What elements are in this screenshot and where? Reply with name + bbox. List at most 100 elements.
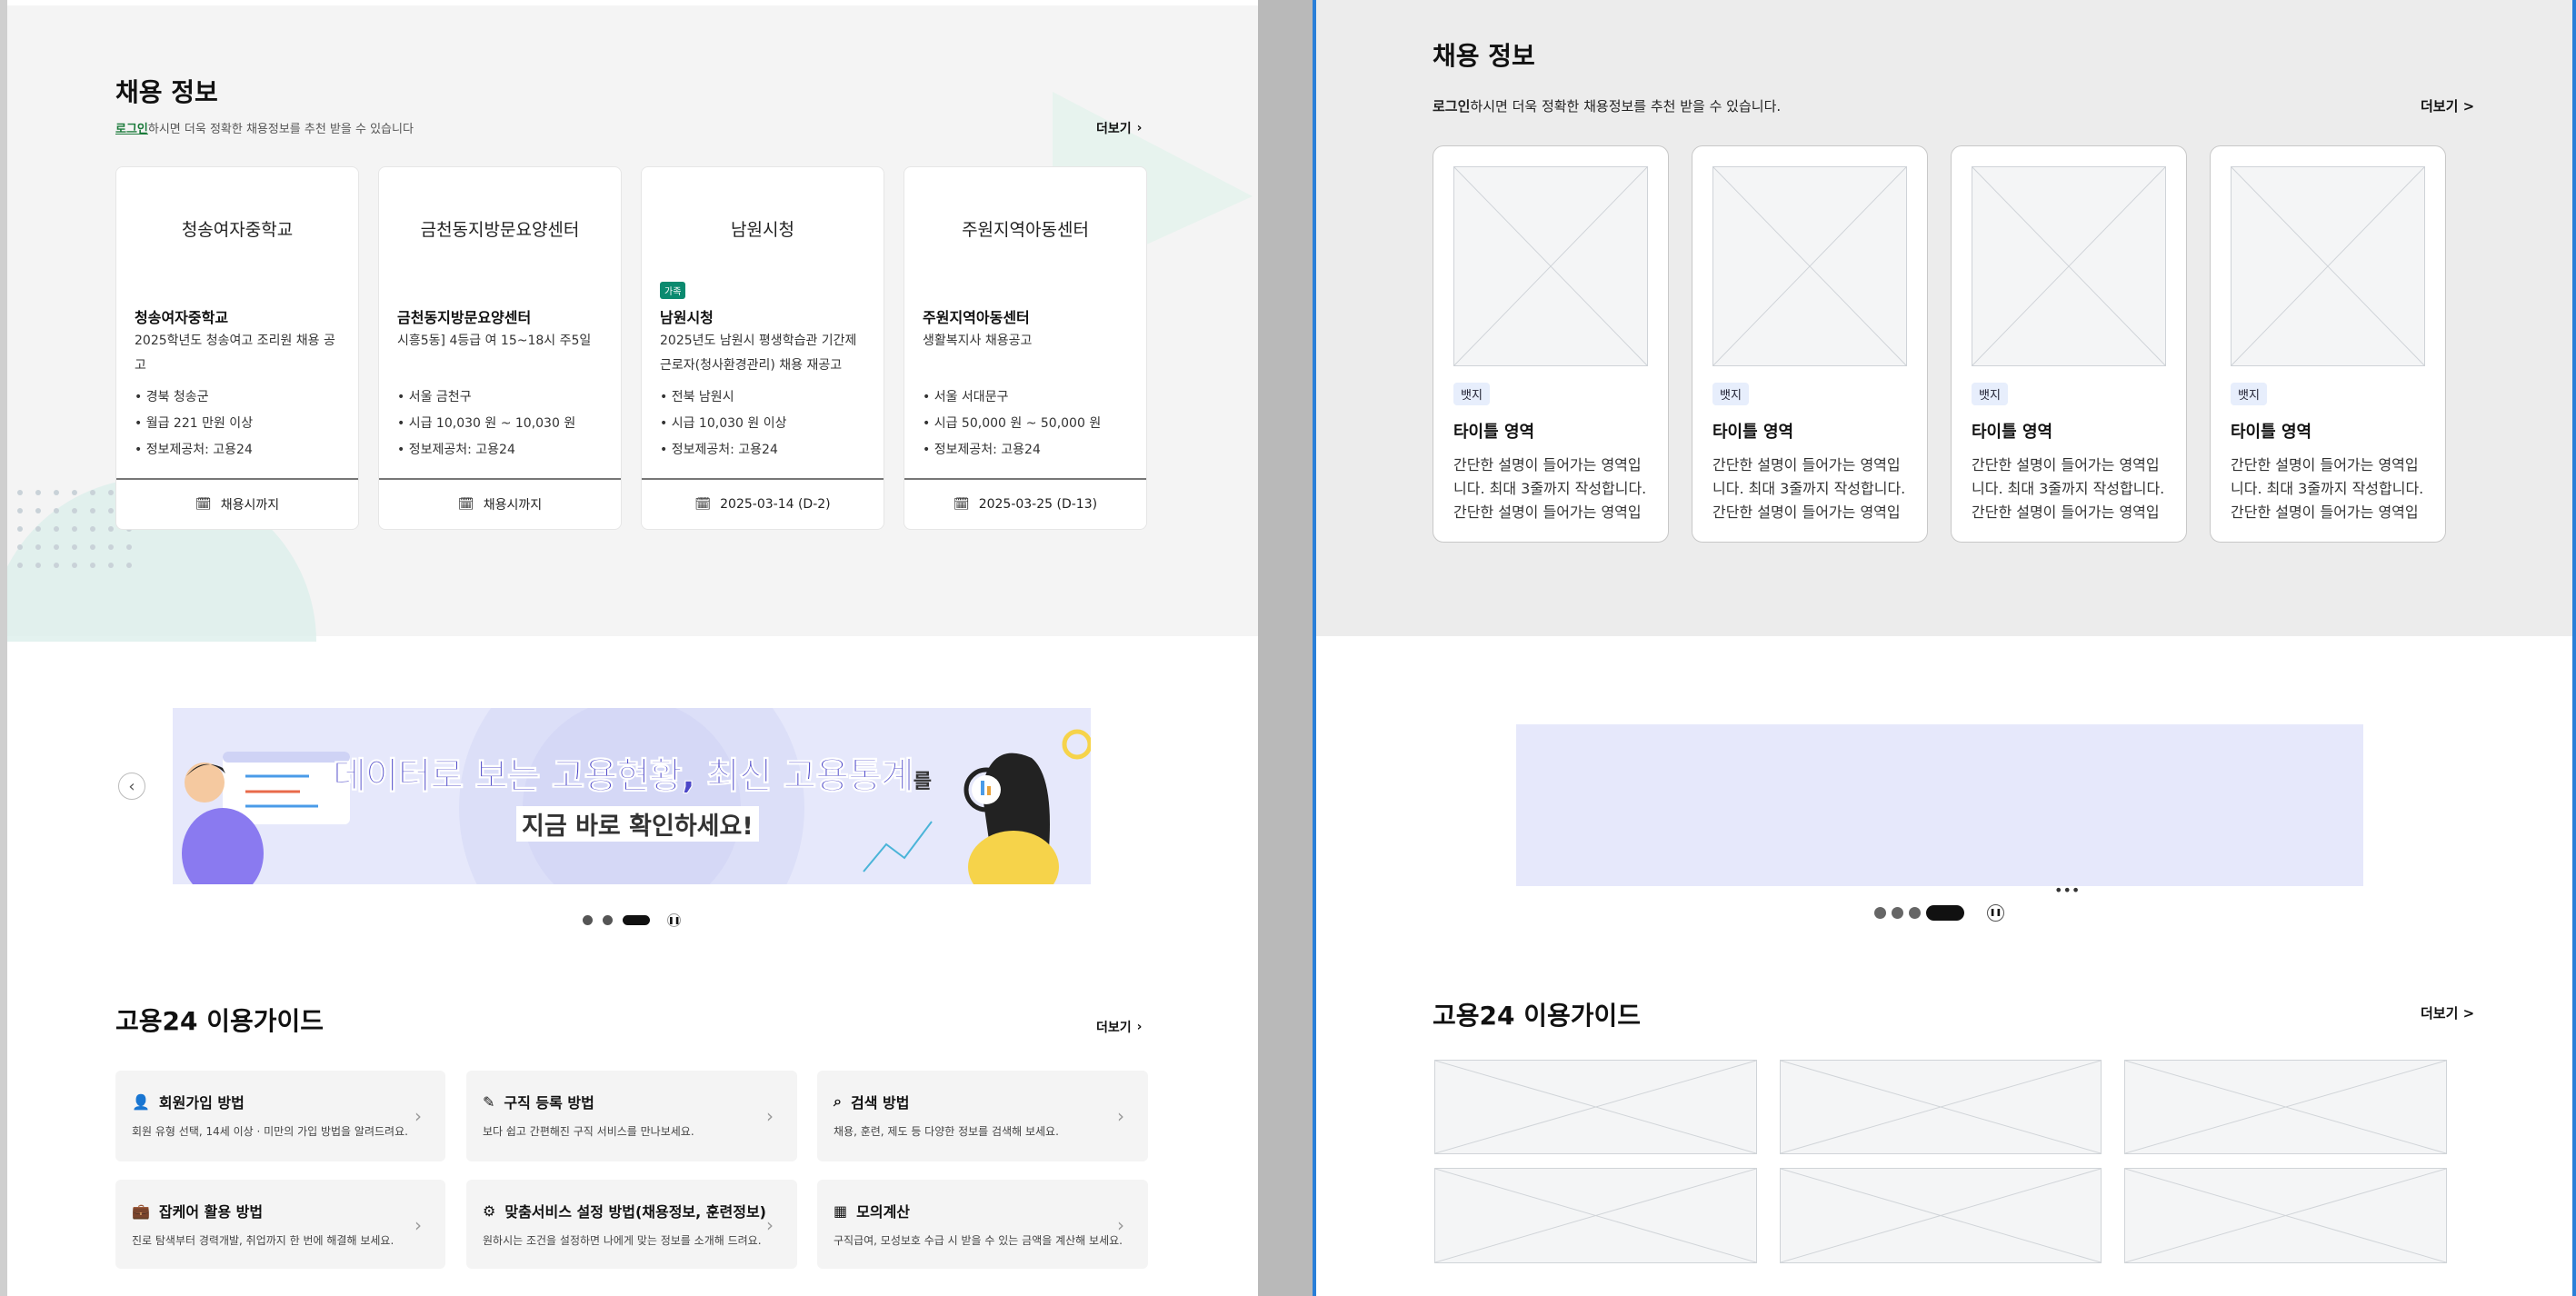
wire-card-badge: 뱃지 xyxy=(1453,383,1490,405)
company-name: 주원지역아동센터 xyxy=(923,309,1030,326)
job-location: • 서울 금천구 xyxy=(397,390,472,404)
left-edge-bar xyxy=(0,0,7,1296)
company-name: 청송여자중학교 xyxy=(135,309,229,326)
user-icon: 👤 xyxy=(132,1092,150,1111)
guide-card-title: 맞춤서비스 설정 방법(채용정보, 훈련정보) xyxy=(504,1203,766,1221)
guide-more-link[interactable]: 더보기 › xyxy=(1096,1018,1142,1036)
wire-carousel-dot[interactable] xyxy=(1874,907,1886,919)
carousel-dot[interactable] xyxy=(603,915,613,925)
image-placeholder-icon xyxy=(1453,166,1648,366)
wire-login-link[interactable]: 로그인 xyxy=(1433,98,1470,115)
wire-card-desc: 간단한 설명이 들어가는 영역입니다. 최대 3줄까지 작성합니다. 간단한 설… xyxy=(2231,456,2424,521)
guide-card[interactable]: ⚙ 맞춤서비스 설정 방법(채용정보, 훈련정보) 원하시는 조건을 설정하면 나… xyxy=(466,1180,797,1269)
guide-card[interactable]: 👤 회원가입 방법 회원 유형 선택, 14세 이상 · 미만의 가입 방법을 알… xyxy=(115,1071,445,1161)
carousel-dot[interactable] xyxy=(583,915,593,925)
image-placeholder-icon xyxy=(1712,166,1907,366)
wire-guide-placeholder[interactable] xyxy=(1434,1060,1757,1154)
wire-card-title: 타이틀 영역 xyxy=(1453,423,1535,442)
pause-icon[interactable]: ❚❚ xyxy=(667,913,681,927)
wire-carousel-dot[interactable] xyxy=(1892,907,1903,919)
guide-card[interactable]: 💼 잡케어 활용 방법 진로 탐색부터 경력개발, 취업까지 한 번에 해결해 보… xyxy=(115,1180,445,1269)
job-description: 2025학년도 청송여고 조리원 채용 공고 xyxy=(135,334,335,373)
wire-card-badge: 뱃지 xyxy=(2231,383,2267,405)
wire-guide-placeholder[interactable] xyxy=(1780,1168,2102,1263)
job-location: • 경북 청송군 xyxy=(135,390,209,404)
chevron-right-icon: › xyxy=(414,1105,422,1127)
chevron-right-icon: › xyxy=(1117,1105,1124,1127)
guide-card[interactable]: ⌕ 검색 방법 채용, 훈련, 제도 등 다양한 정보를 검색해 보세요. › xyxy=(817,1071,1148,1161)
banner-slide[interactable]: 데이터로 보는 고용현황, 최신 고용통계를 지금 바로 확인하세요! xyxy=(173,708,1091,884)
more-icon: ••• xyxy=(2054,882,2081,899)
guide-card-title: 잡케어 활용 방법 xyxy=(158,1203,264,1221)
panel-divider xyxy=(1258,0,1313,1296)
calendar-icon: 🗓 xyxy=(694,497,712,512)
wire-guide-placeholder[interactable] xyxy=(1434,1168,1757,1263)
pause-icon[interactable]: ❚❚ xyxy=(1987,904,2004,922)
job-badge: 가족 xyxy=(660,282,686,299)
job-deadline: 🗓 채용시까지 xyxy=(379,478,621,529)
wire-guide-more-link[interactable]: 더보기 > xyxy=(2421,1003,2474,1022)
wire-carousel-dot[interactable] xyxy=(1909,907,1921,919)
guide-card-title: 모의계산 xyxy=(856,1203,911,1221)
job-info-list: • 서울 금천구 • 시급 10,030 원 ~ 10,030 원 • 정보제공… xyxy=(397,384,575,464)
chevron-right-icon: › xyxy=(1136,1020,1143,1034)
banner-headline: 데이터로 보는 고용현황, 최신 고용통계를 xyxy=(333,755,932,798)
wire-guide-placeholder[interactable] xyxy=(1780,1060,2102,1154)
calendar-icon: 🗓 xyxy=(953,497,970,512)
wire-card-title: 타이틀 영역 xyxy=(2231,423,2312,442)
wire-card-title: 타이틀 영역 xyxy=(1972,423,2053,442)
company-logo: 주원지역아동센터 xyxy=(962,220,1089,240)
guide-card-title: 구직 등록 방법 xyxy=(504,1094,594,1112)
company-name: 금천동지방문요양센터 xyxy=(397,309,532,326)
guide-card-title: 검색 방법 xyxy=(850,1094,910,1112)
job-pay: • 월급 221 만원 이상 xyxy=(135,416,254,431)
wire-jobs-more-link[interactable]: 더보기 > xyxy=(2421,96,2474,115)
chevron-left-icon: ‹ xyxy=(128,776,135,796)
left-page-panel: 채용 정보 로그인하시면 더욱 정확한 채용정보를 추천 받을 수 있습니다 더… xyxy=(0,0,1258,1296)
banner-subline: 지금 바로 확인하세요! xyxy=(516,806,759,842)
pencil-icon: ✎ xyxy=(483,1092,495,1111)
guide-card-desc: 진로 탐색부터 경력개발, 취업까지 한 번에 해결해 보세요. xyxy=(132,1234,394,1247)
login-link[interactable]: 로그인 xyxy=(115,123,148,136)
wire-card[interactable]: 뱃지 타이틀 영역 간단한 설명이 들어가는 영역입니다. 최대 3줄까지 작성… xyxy=(1433,145,1669,543)
job-pay: • 시급 10,030 원 이상 xyxy=(660,416,787,431)
wire-card-desc: 간단한 설명이 들어가는 영역입니다. 최대 3줄까지 작성합니다. 간단한 설… xyxy=(1453,456,1647,521)
wire-banner-slide[interactable] xyxy=(1516,724,2363,886)
guide-card[interactable]: ✎ 구직 등록 방법 보다 쉽고 간편해진 구직 서비스를 만나보세요. › xyxy=(466,1071,797,1161)
wire-guide-placeholder[interactable] xyxy=(2124,1060,2447,1154)
wire-card[interactable]: 뱃지 타이틀 영역 간단한 설명이 들어가는 영역입니다. 최대 3줄까지 작성… xyxy=(1951,145,2187,543)
chevron-right-icon: › xyxy=(414,1214,422,1236)
briefcase-icon: 💼 xyxy=(132,1201,150,1220)
wire-card[interactable]: 뱃지 타이틀 영역 간단한 설명이 들어가는 영역입니다. 최대 3줄까지 작성… xyxy=(2210,145,2446,543)
image-placeholder-icon xyxy=(1972,166,2166,366)
jobs-more-label: 더보기 xyxy=(1096,122,1132,136)
wire-jobs-subtitle: 로그인하시면 더욱 정확한 채용정보를 추천 받을 수 있습니다. xyxy=(1433,96,1781,115)
carousel-prev-button[interactable]: ‹ xyxy=(118,773,145,800)
chevron-right-icon: › xyxy=(1136,121,1143,135)
wire-guide-placeholder[interactable] xyxy=(2124,1168,2447,1263)
job-card[interactable]: 남원시청 가족 남원시청 2025년도 남원시 평생학습관 기간제근로자(청사환… xyxy=(641,166,884,530)
image-placeholder-icon xyxy=(2231,166,2425,366)
job-deadline: 🗓 2025-03-14 (D-2) xyxy=(642,478,884,529)
job-info-list: • 경북 청송군 • 월급 221 만원 이상 • 정보제공처: 고용24 xyxy=(135,384,253,464)
job-pay: • 시급 50,000 원 ~ 50,000 원 xyxy=(923,416,1102,431)
guide-title: 고용24 이용가이드 xyxy=(115,1006,324,1036)
job-description: 생활복지사 채용공고 xyxy=(923,334,1033,348)
job-card[interactable]: 주원지역아동센터 주원지역아동센터 생활복지사 채용공고 • 서울 서대문구 •… xyxy=(904,166,1147,530)
job-description: 2025년도 남원시 평생학습관 기간제근로자(청사환경관리) 채용 재공고 xyxy=(660,334,857,373)
job-card[interactable]: 금천동지방문요양센터 금천동지방문요양센터 시흥5동] 4등급 여 15~18시… xyxy=(378,166,622,530)
guide-card-title: 회원가입 방법 xyxy=(158,1094,245,1112)
guide-card-desc: 구직급여, 모성보호 수급 시 받을 수 있는 금액을 계산해 보세요. xyxy=(834,1234,1123,1247)
wire-card[interactable]: 뱃지 타이틀 영역 간단한 설명이 들어가는 영역입니다. 최대 3줄까지 작성… xyxy=(1692,145,1928,543)
guide-card[interactable]: ▦ 모의계산 구직급여, 모성보호 수급 시 받을 수 있는 금액을 계산해 보세… xyxy=(817,1180,1148,1269)
calendar-icon: 🗓 xyxy=(195,497,212,512)
job-card[interactable]: 청송여자중학교 청송여자중학교 2025학년도 청송여고 조리원 채용 공고 •… xyxy=(115,166,359,530)
jobs-more-link[interactable]: 더보기 › xyxy=(1096,119,1142,137)
wire-carousel-dot-active[interactable] xyxy=(1926,905,1964,921)
carousel-dot-active[interactable] xyxy=(623,915,650,925)
guide-card-desc: 회원 유형 선택, 14세 이상 · 미만의 가입 방법을 알려드려요. xyxy=(132,1125,408,1138)
job-source: • 정보제공처: 고용24 xyxy=(397,443,515,457)
job-source: • 정보제공처: 고용24 xyxy=(923,443,1041,457)
wire-jobs-title: 채용 정보 xyxy=(1433,41,1535,71)
wire-card-desc: 간단한 설명이 들어가는 영역입니다. 최대 3줄까지 작성합니다. 간단한 설… xyxy=(1712,456,1906,521)
